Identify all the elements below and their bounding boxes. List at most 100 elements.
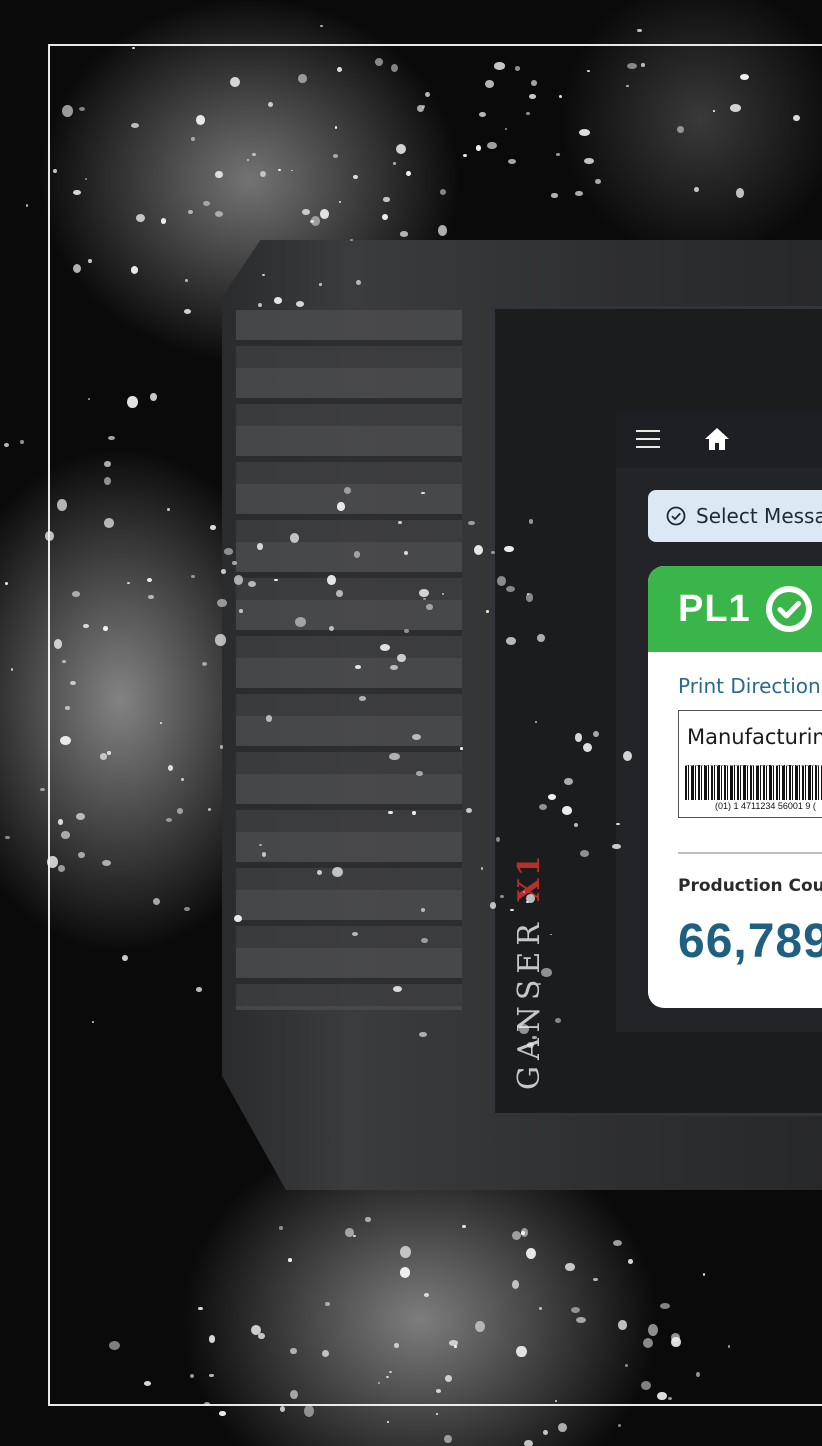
message-preview[interactable]: Manufacturing (01) 1 4711234 56001 9 (: [678, 710, 822, 818]
powder-speck: [411, 733, 421, 740]
powder-speck: [210, 525, 216, 530]
select-message-button[interactable]: Select Messa: [648, 490, 822, 542]
powder-speck: [587, 70, 591, 72]
powder-speck: [195, 115, 205, 125]
powder-speck: [480, 867, 484, 871]
powder-speck: [247, 159, 250, 161]
hamburger-menu-icon[interactable]: [636, 428, 660, 450]
powder-speck: [561, 806, 573, 815]
powder-speck: [344, 486, 352, 494]
powder-speck: [462, 1225, 466, 1228]
powder-speck: [337, 66, 342, 72]
powder-speck: [618, 1320, 627, 1331]
powder-speck: [303, 1404, 314, 1417]
powder-speck: [202, 200, 210, 206]
powder-speck: [595, 178, 601, 184]
powder-speck: [279, 1405, 285, 1412]
powder-speck: [77, 851, 85, 858]
powder-speck: [558, 1422, 567, 1432]
powder-speck: [353, 550, 361, 558]
powder-speck: [176, 808, 183, 814]
powder-speck: [389, 1370, 393, 1373]
powder-speck: [99, 753, 108, 760]
powder-speck: [426, 603, 433, 610]
powder-speck: [660, 1302, 670, 1309]
powder-speck: [332, 866, 343, 877]
powder-speck: [10, 667, 13, 671]
powder-speck: [693, 187, 699, 192]
card-status-header: PL1: [648, 566, 822, 652]
powder-speck: [232, 561, 237, 565]
powder-speck: [103, 517, 114, 528]
powder-speck: [465, 807, 472, 813]
powder-speck: [393, 162, 396, 165]
powder-speck: [416, 771, 423, 777]
powder-speck: [612, 1239, 622, 1246]
powder-speck: [671, 1336, 681, 1348]
production-count-label: Production Cour: [678, 876, 822, 896]
powder-speck: [165, 817, 172, 822]
powder-speck: [491, 550, 496, 554]
powder-speck: [565, 1263, 575, 1271]
powder-speck: [398, 520, 402, 524]
powder-speck: [628, 1259, 633, 1264]
powder-speck: [396, 144, 406, 155]
powder-speck: [579, 850, 589, 857]
powder-speck: [554, 1400, 557, 1402]
powder-speck: [310, 216, 321, 226]
powder-speck: [579, 129, 591, 136]
powder-speck: [274, 578, 278, 582]
powder-speck: [397, 653, 406, 663]
powder-speck: [337, 502, 345, 511]
check-circle-icon: [766, 586, 812, 632]
powder-speck: [72, 189, 81, 195]
powder-speck: [298, 74, 307, 84]
powder-speck: [528, 94, 536, 99]
ui-top-bar: [616, 412, 822, 468]
powder-speck: [198, 1306, 203, 1310]
powder-speck: [393, 985, 402, 992]
powder-speck: [551, 193, 558, 198]
powder-speck: [543, 1430, 548, 1436]
powder-speck: [422, 105, 425, 109]
powder-speck: [419, 588, 430, 597]
powder-speck: [516, 1345, 527, 1358]
powder-speck: [219, 1411, 226, 1416]
powder-speck: [296, 300, 305, 307]
brand-name: GANSER: [512, 917, 547, 1090]
powder-speck: [262, 274, 265, 276]
powder-speck: [131, 46, 135, 49]
powder-speck: [637, 28, 642, 33]
powder-speck: [511, 1230, 521, 1240]
powder-speck: [53, 638, 63, 649]
powder-speck: [420, 908, 426, 912]
powder-speck: [507, 158, 516, 164]
powder-speck: [102, 626, 109, 631]
powder-speck: [64, 706, 70, 710]
powder-speck: [712, 110, 716, 112]
device-grip-ribs: [236, 310, 462, 1010]
home-icon[interactable]: [702, 424, 732, 454]
powder-speck: [356, 279, 362, 285]
powder-speck: [278, 1226, 283, 1231]
powder-speck: [53, 169, 57, 173]
powder-speck: [564, 778, 573, 786]
powder-speck: [167, 507, 170, 511]
powder-speck: [302, 209, 310, 216]
card-divider: [678, 852, 822, 854]
powder-speck: [541, 968, 552, 977]
powder-speck: [412, 810, 416, 815]
powder-speck: [266, 715, 273, 722]
print-line-card[interactable]: PL1 Print Direction Manufacturing (01) 1…: [648, 566, 822, 1008]
powder-speck: [4, 581, 8, 586]
powder-speck: [207, 808, 211, 811]
powder-speck: [334, 126, 337, 129]
powder-speck: [695, 1372, 700, 1377]
powder-speck: [394, 1343, 399, 1349]
powder-speck: [46, 855, 58, 868]
powder-speck: [219, 745, 224, 749]
powder-speck: [91, 1020, 94, 1023]
powder-speck: [73, 263, 82, 273]
powder-speck: [475, 1320, 485, 1333]
powder-speck: [187, 210, 193, 214]
